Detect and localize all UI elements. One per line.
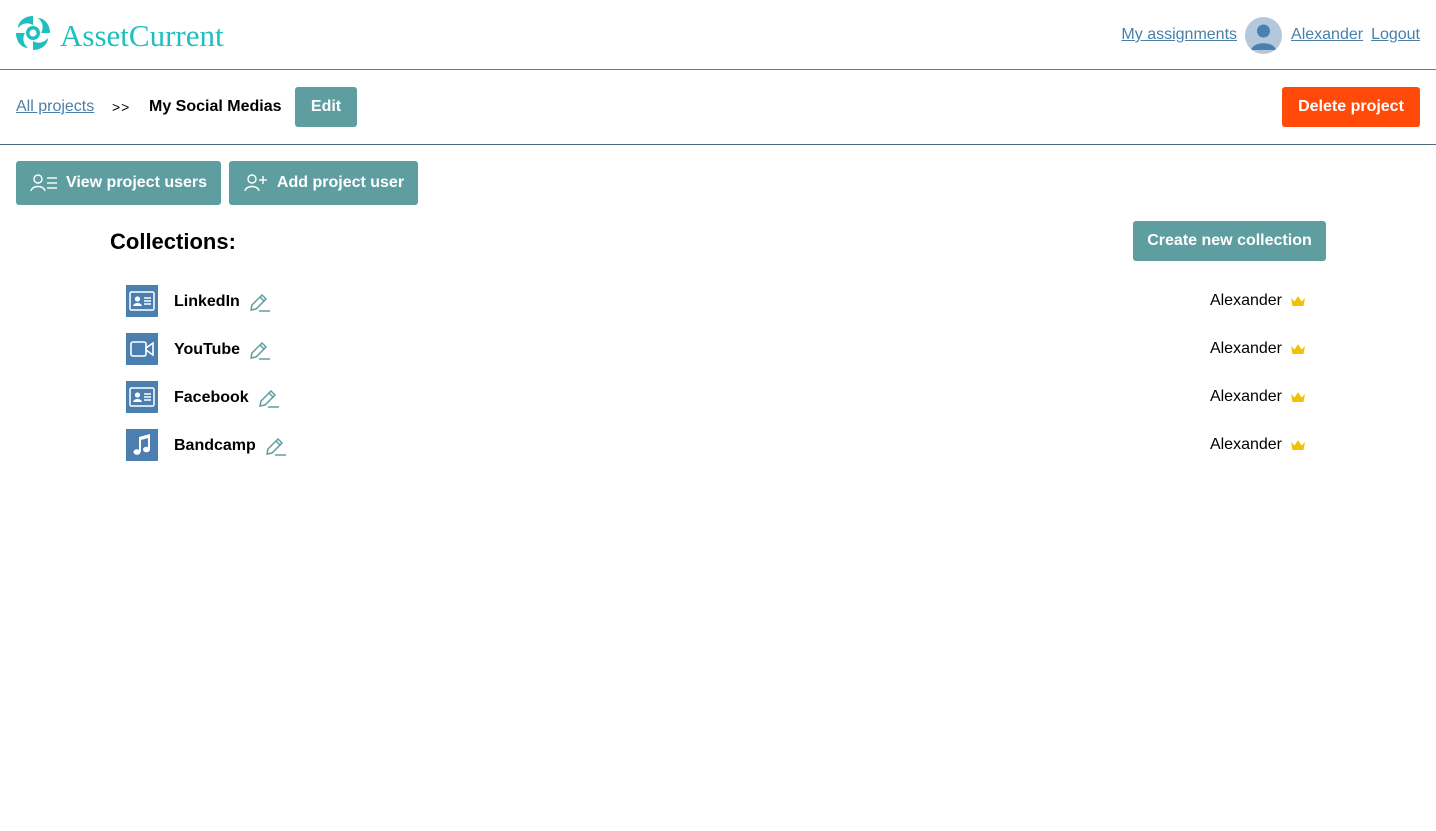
collections-heading: Collections: <box>110 229 236 254</box>
add-user-icon <box>243 173 269 193</box>
id-card-icon <box>126 285 158 317</box>
collection-name[interactable]: YouTube <box>174 340 271 360</box>
breadcrumb-separator: >> <box>112 99 131 115</box>
collection-name[interactable]: LinkedIn <box>174 292 271 312</box>
collection-owner: Alexander <box>1210 340 1306 358</box>
my-assignments-link[interactable]: My assignments <box>1121 26 1237 44</box>
view-project-users-button[interactable]: View project users <box>16 161 221 205</box>
delete-project-button[interactable]: Delete project <box>1282 87 1420 127</box>
all-projects-link[interactable]: All projects <box>16 98 94 116</box>
collection-owner-name: Alexander <box>1209 340 1282 357</box>
collection-owner-name: Alexander <box>1209 436 1282 453</box>
app-name: AssetCurrent <box>60 17 224 53</box>
collection-name-text: Bandcamp <box>174 437 256 454</box>
collection-row[interactable]: Facebook Alexander <box>126 381 1306 413</box>
video-camera-icon <box>126 333 158 365</box>
collection-owner-name: Alexander <box>1209 292 1282 309</box>
app-logo[interactable]: AssetCurrent <box>14 14 224 57</box>
collection-row[interactable]: Bandcamp Alexander <box>126 429 1306 461</box>
collection-row[interactable]: YouTube Alexander <box>126 333 1306 365</box>
pencil-icon[interactable] <box>258 388 280 408</box>
view-project-users-label: View project users <box>65 174 208 191</box>
add-project-user-label: Add project user <box>276 174 405 191</box>
id-card-icon <box>126 381 158 413</box>
pencil-icon[interactable] <box>249 340 271 360</box>
pencil-icon[interactable] <box>265 436 287 456</box>
collection-owner: Alexander <box>1210 388 1306 406</box>
user-name-link[interactable]: Alexander <box>1291 26 1363 44</box>
logout-link[interactable]: Logout <box>1371 26 1420 44</box>
top-header: AssetCurrent My assignments Alexander Lo… <box>0 0 1436 70</box>
collection-name-text: Facebook <box>174 389 249 406</box>
swirl-logo-icon <box>14 14 52 57</box>
crown-icon <box>1290 391 1306 404</box>
collection-owner: Alexander <box>1210 436 1306 454</box>
collection-owner-name: Alexander <box>1209 388 1282 405</box>
collection-name[interactable]: Facebook <box>174 388 280 408</box>
collection-name-text: YouTube <box>174 341 241 358</box>
collection-owner: Alexander <box>1210 292 1306 310</box>
avatar[interactable] <box>1245 16 1283 54</box>
add-project-user-button[interactable]: Add project user <box>229 161 418 205</box>
user-area: My assignments Alexander Logout <box>1121 16 1420 54</box>
pencil-icon[interactable] <box>249 292 271 312</box>
collection-name-text: LinkedIn <box>174 293 240 310</box>
collection-name[interactable]: Bandcamp <box>174 436 287 456</box>
user-list-icon <box>30 173 58 193</box>
project-bar: All projects >> My Social Medias Edit De… <box>0 70 1436 145</box>
project-title: My Social Medias <box>149 98 282 115</box>
music-note-icon <box>126 429 158 461</box>
crown-icon <box>1290 439 1306 452</box>
crown-icon <box>1290 295 1306 308</box>
edit-project-button[interactable]: Edit <box>295 87 357 127</box>
crown-icon <box>1290 343 1306 356</box>
create-new-collection-button[interactable]: Create new collection <box>1133 221 1326 261</box>
collection-row[interactable]: LinkedIn Alexander <box>126 285 1306 317</box>
